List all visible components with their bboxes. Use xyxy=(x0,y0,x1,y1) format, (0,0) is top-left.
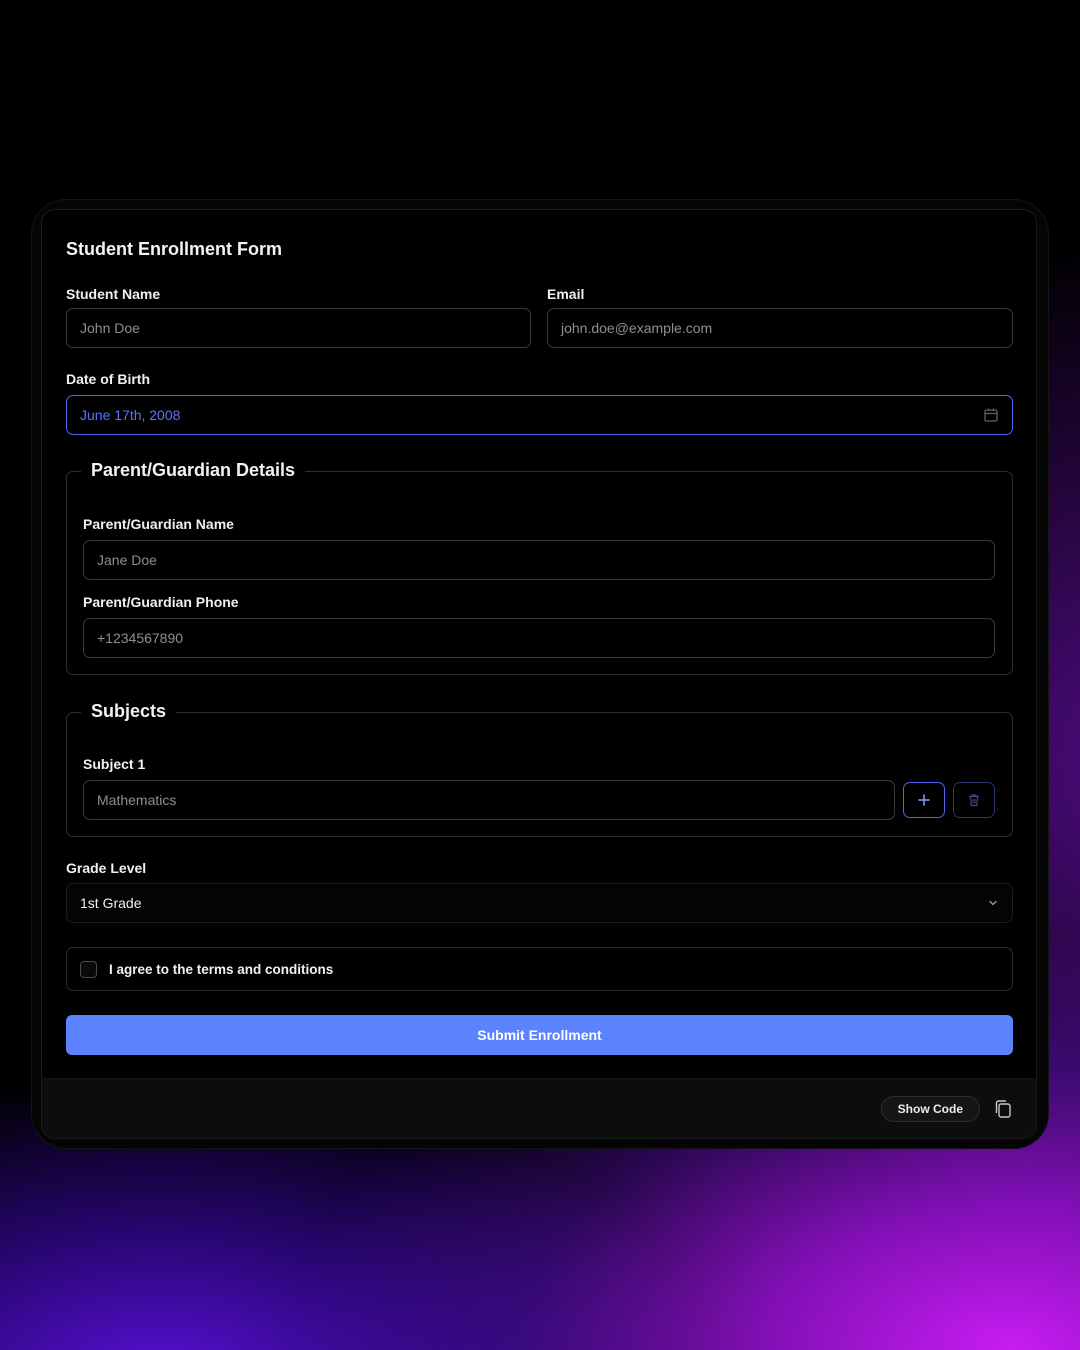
dob-label: Date of Birth xyxy=(66,371,150,387)
grade-label: Grade Level xyxy=(66,860,147,876)
student-name-input[interactable]: John Doe xyxy=(66,308,531,348)
guardian-phone-input[interactable]: +1234567890 xyxy=(83,618,995,658)
add-subject-button[interactable] xyxy=(903,782,945,818)
dob-value: June 17th, 2008 xyxy=(80,407,181,423)
chevron-down-icon xyxy=(987,897,999,909)
student-name-label: Student Name xyxy=(66,286,161,302)
guardian-name-label: Parent/Guardian Name xyxy=(83,516,234,532)
guardian-name-input[interactable]: Jane Doe xyxy=(83,540,995,580)
plus-icon xyxy=(917,793,931,807)
delete-subject-button[interactable] xyxy=(953,782,995,818)
email-placeholder: john.doe@example.com xyxy=(561,320,713,336)
calendar-icon xyxy=(983,407,999,423)
terms-label[interactable]: I agree to the terms and conditions xyxy=(109,962,333,977)
grade-select[interactable]: 1st Grade xyxy=(66,883,1013,923)
terms-row: I agree to the terms and conditions xyxy=(66,947,1013,991)
trash-icon xyxy=(967,793,981,807)
terms-checkbox[interactable] xyxy=(80,960,97,978)
guardian-legend: Parent/Guardian Details xyxy=(81,460,306,481)
submit-button[interactable]: Submit Enrollment xyxy=(66,1015,1013,1055)
show-code-button[interactable]: Show Code xyxy=(880,1096,980,1122)
form-title: Student Enrollment Form xyxy=(66,239,282,259)
email-input[interactable]: john.doe@example.com xyxy=(547,308,1013,348)
grade-value: 1st Grade xyxy=(80,895,142,911)
guardian-name-placeholder: Jane Doe xyxy=(97,552,157,568)
copy-icon[interactable] xyxy=(992,1098,1014,1120)
subject-1-label: Subject 1 xyxy=(83,756,146,772)
dob-picker[interactable]: June 17th, 2008 xyxy=(66,395,1013,435)
preview-footer: Show Code xyxy=(42,1078,1036,1138)
email-label: Email xyxy=(547,286,585,302)
subjects-legend: Subjects xyxy=(81,701,177,722)
enrollment-card: Student Enrollment Form Student Name Joh… xyxy=(41,209,1037,1139)
subject-1-input[interactable]: Mathematics xyxy=(83,780,895,820)
subject-1-placeholder: Mathematics xyxy=(97,792,177,808)
guardian-phone-label: Parent/Guardian Phone xyxy=(83,594,239,610)
student-name-placeholder: John Doe xyxy=(80,320,140,336)
guardian-phone-placeholder: +1234567890 xyxy=(97,630,184,646)
